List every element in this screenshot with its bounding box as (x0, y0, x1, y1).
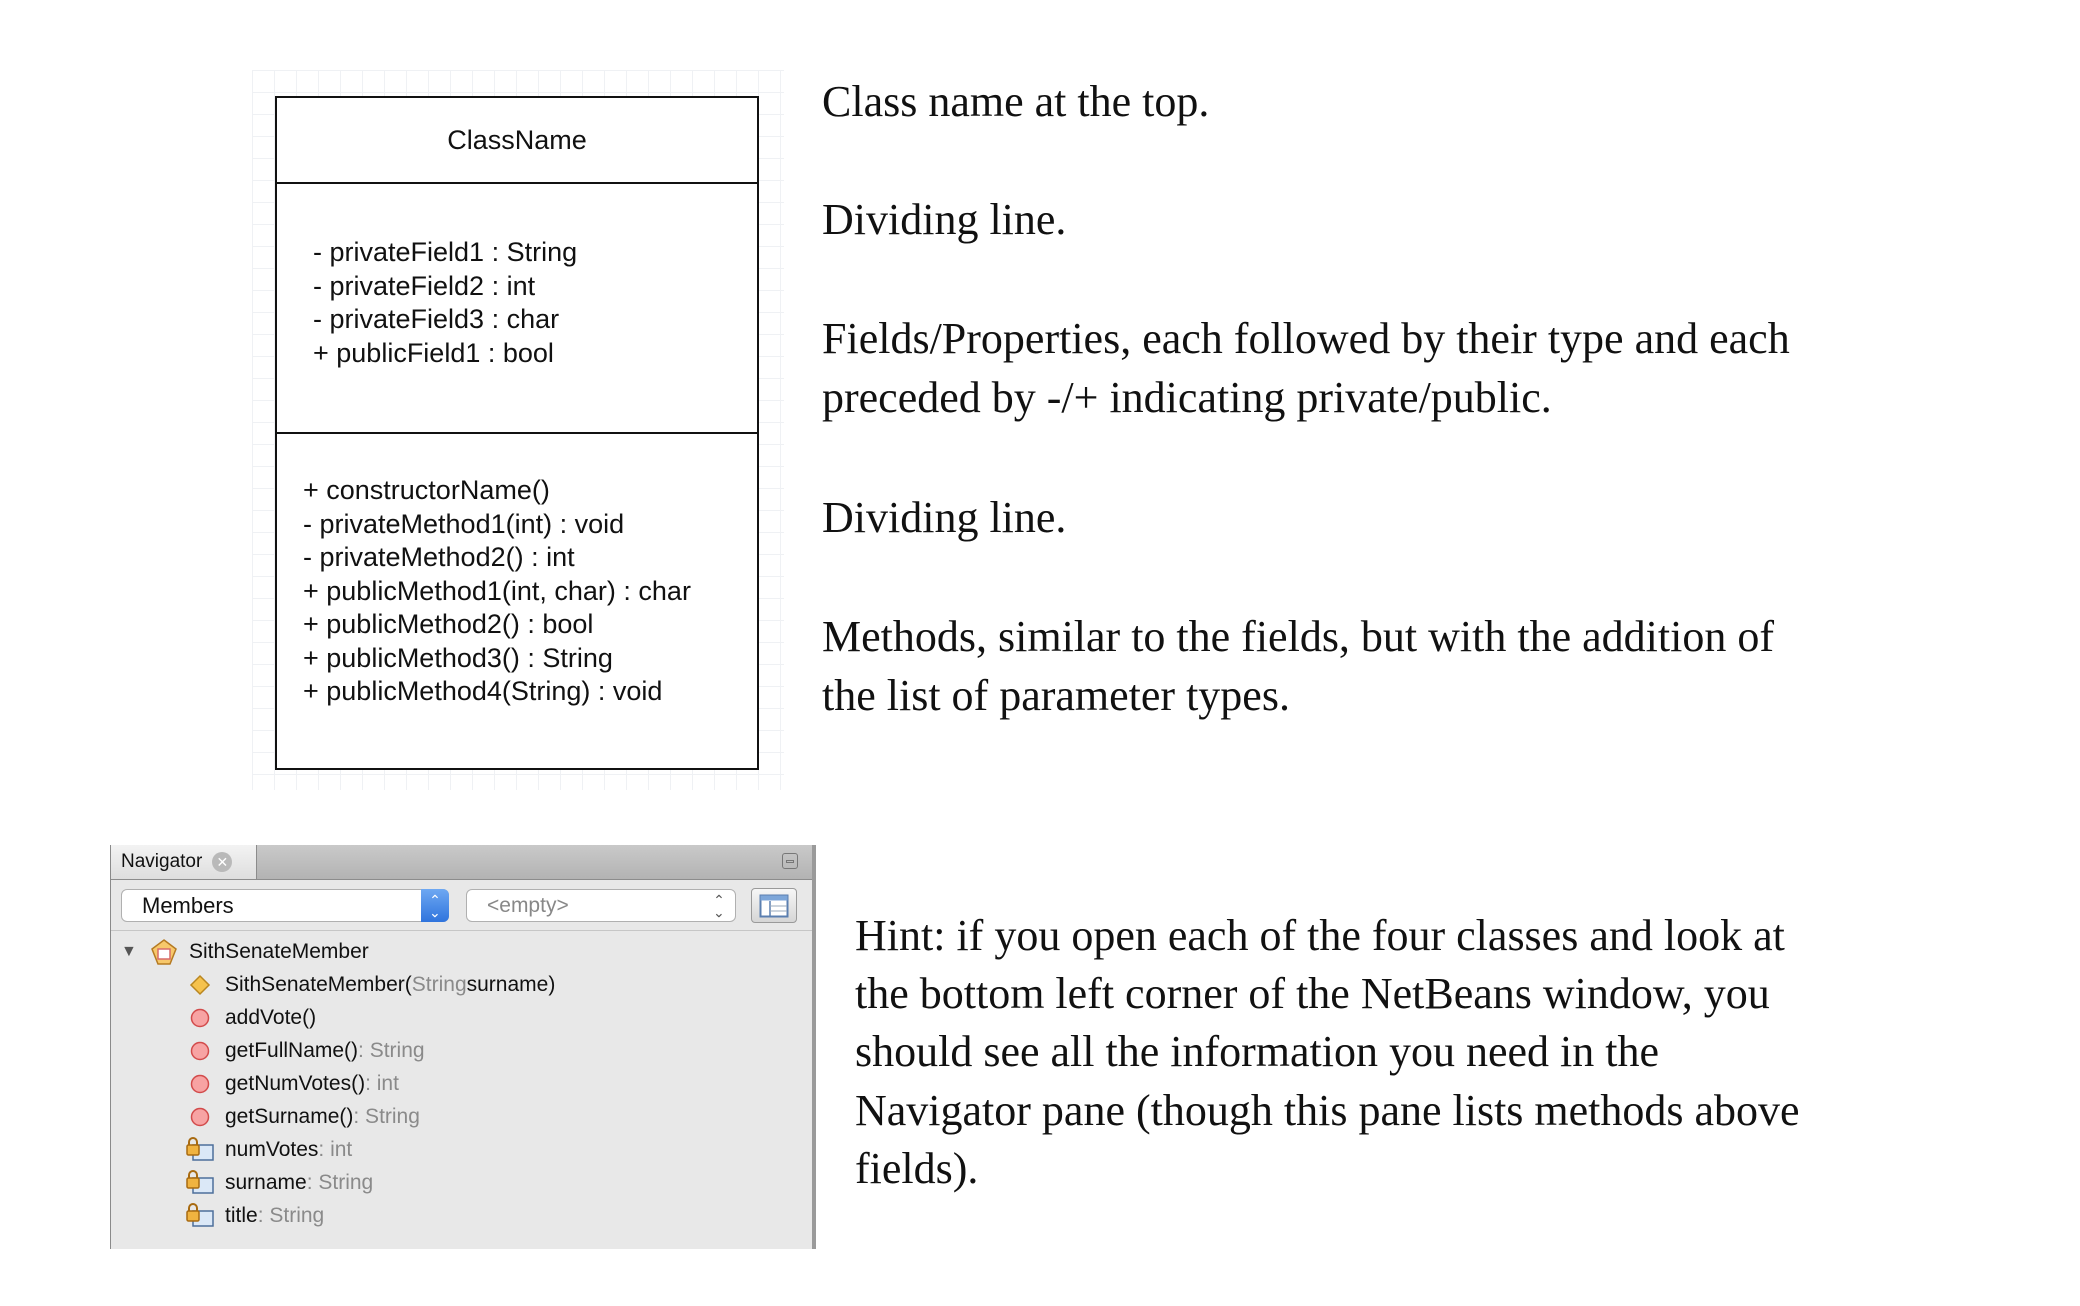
uml-methods-section: + constructorName() - privateMethod1(int… (277, 434, 757, 709)
private-field-lock-icon (185, 1135, 215, 1165)
uml-method: + publicMethod2() : bool (303, 609, 594, 639)
uml-method: + publicMethod1(int, char) : char (303, 575, 691, 606)
member-name: getNumVotes() (225, 1071, 366, 1095)
method-icon (185, 1102, 215, 1132)
method-icon (185, 1069, 215, 1099)
member-type: : int (318, 1137, 353, 1161)
uml-class-box: ClassName - privateField1 : String - pri… (275, 96, 759, 770)
desc-methods-line-2: the list of parameter types. (822, 671, 1290, 720)
desc-methods-line-1: Methods, similar to the fields, but with… (822, 612, 1774, 661)
desc-fields-line-2: preceded by -/+ indicating private/publi… (822, 373, 1552, 422)
chevron-up-down-icon: ⌃ ⌃ (713, 892, 725, 920)
member-name: getFullName() (225, 1038, 359, 1062)
hint-line-4: Navigator pane (though this pane lists m… (855, 1086, 1800, 1135)
desc-class-name: Class name at the top. (822, 77, 1210, 126)
view-options-button[interactable] (751, 888, 797, 923)
uml-field: - privateField1 : String (313, 237, 578, 267)
method-icon (185, 1036, 215, 1066)
tree-method[interactable]: getNumVotes() : int (111, 1067, 812, 1100)
class-icon (149, 937, 179, 967)
class-node-label: SithSenateMember (189, 939, 369, 963)
filter-select-value: <empty> (487, 893, 569, 917)
hint-line-2: the bottom left corner of the NetBeans w… (855, 969, 1770, 1018)
uml-method: + constructorName() (303, 475, 550, 505)
member-name: surname (225, 1170, 307, 1194)
close-icon[interactable]: ✕ (212, 852, 233, 872)
member-name: numVotes (225, 1137, 319, 1161)
uml-method: + publicMethod3() : String (303, 642, 613, 673)
desc-fields-line-1: Fields/Properties, each followed by thei… (822, 314, 1790, 363)
desc-divider-2: Dividing line. (822, 493, 1067, 542)
tree-field[interactable]: numVotes : int (111, 1133, 812, 1166)
members-select-value: Members (142, 892, 234, 918)
uml-method: + publicMethod4(String) : void (303, 676, 663, 706)
member-name: getSurname() (225, 1104, 354, 1128)
method-icon (185, 1003, 215, 1033)
tree-method[interactable]: getFullName() : String (111, 1034, 812, 1067)
hint-line-3: should see all the information you need … (855, 1027, 1660, 1076)
tree-method[interactable]: addVote() (111, 1001, 812, 1034)
restore-window-icon[interactable] (782, 853, 798, 869)
table-view-icon (759, 894, 789, 917)
tree-constructor[interactable]: SithSenateMember(String surname) (111, 968, 812, 1001)
uml-field: - privateField3 : char (313, 304, 560, 334)
private-field-lock-icon (185, 1201, 215, 1231)
tree-field[interactable]: surname : String (111, 1166, 812, 1199)
filter-select[interactable]: <empty> ⌃ ⌃ (466, 889, 736, 922)
navigator-tab[interactable]: Navigator ✕ (111, 845, 257, 879)
desc-divider-1: Dividing line. (822, 195, 1067, 244)
uml-field: - privateField2 : int (313, 270, 536, 301)
hint-line-5: fields). (855, 1144, 979, 1193)
chevron-up-down-icon: ⌃ ⌃ (421, 889, 449, 922)
uml-method: - privateMethod2() : int (303, 542, 575, 572)
member-suffix: surname) (466, 972, 556, 996)
members-tree: ▼ SithSenateMember SithSenateMember(Stri… (111, 931, 812, 1232)
member-type: : String (358, 1038, 425, 1062)
member-type: : String (306, 1170, 374, 1194)
member-type: String (411, 972, 467, 996)
member-type: : String (353, 1104, 420, 1128)
disclosure-triangle-icon[interactable]: ▼ (121, 943, 143, 961)
member-name: title (225, 1203, 258, 1227)
uml-class-name: ClassName (277, 98, 757, 184)
members-select[interactable]: Members ⌃ ⌃ (121, 889, 449, 922)
member-name: SithSenateMember( (225, 972, 412, 996)
member-type: : int (365, 1071, 399, 1095)
member-type: : String (257, 1203, 325, 1227)
member-name: addVote() (225, 1005, 317, 1029)
hint-line-1: Hint: if you open each of the four class… (855, 911, 1785, 960)
uml-fields-section: - privateField1 : String - privateField2… (277, 184, 757, 434)
navigator-toolbar: Members ⌃ ⌃ <empty> ⌃ ⌃ (111, 880, 812, 931)
uml-method: - privateMethod1(int) : void (303, 508, 625, 539)
tree-method[interactable]: getSurname() : String (111, 1100, 812, 1133)
private-field-lock-icon (185, 1168, 215, 1198)
tree-class-node[interactable]: ▼ SithSenateMember (111, 935, 812, 968)
uml-field: + publicField1 : bool (313, 337, 554, 368)
navigator-tab-label: Navigator (121, 851, 203, 872)
navigator-panel: Navigator ✕ Members ⌃ ⌃ <empty> ⌃ ⌃ ▼ Si… (110, 845, 816, 1249)
navigator-titlebar: Navigator ✕ (111, 845, 812, 880)
constructor-icon (185, 970, 215, 1000)
tree-field[interactable]: title : String (111, 1199, 812, 1232)
